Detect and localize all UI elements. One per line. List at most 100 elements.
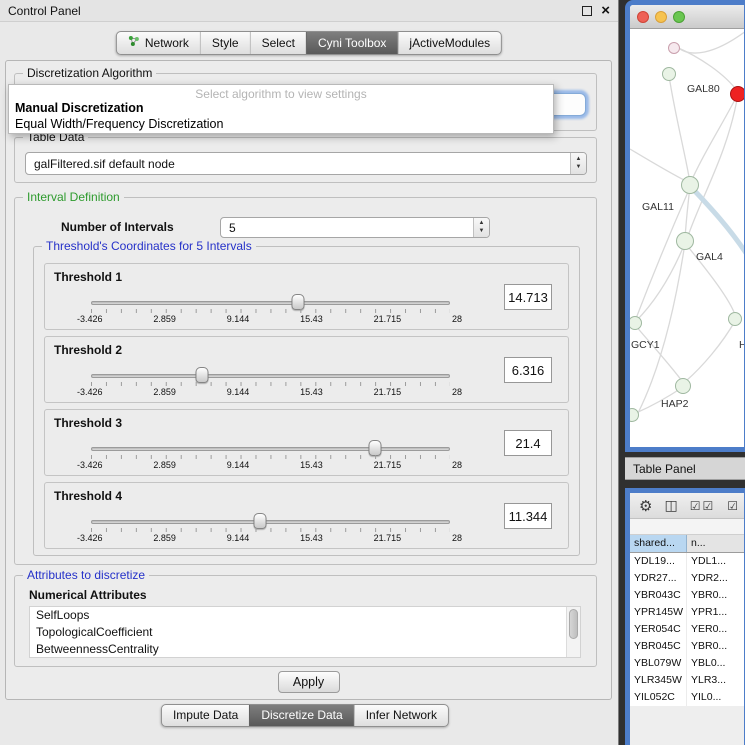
control-panel-window: Control Panel × Network bbox=[0, 0, 619, 745]
list-item[interactable]: BetweennessCentrality bbox=[30, 641, 580, 658]
tab-cyni-toolbox[interactable]: Cyni Toolbox bbox=[306, 32, 397, 54]
table-row[interactable]: YBL079WYBL0... bbox=[630, 655, 744, 672]
tab-style[interactable]: Style bbox=[200, 32, 250, 54]
table-cell: YER0... bbox=[687, 621, 731, 638]
tab-select[interactable]: Select bbox=[250, 32, 306, 54]
combobox-value: 5 bbox=[221, 221, 473, 235]
close-window-button[interactable]: × bbox=[601, 3, 610, 18]
table-body: YDL19...YDL1...YDR27...YDR2...YBR043CYBR… bbox=[630, 553, 744, 706]
tick-label: 9.144 bbox=[227, 314, 250, 324]
mac-zoom-button[interactable] bbox=[673, 11, 685, 23]
slider-thumb[interactable] bbox=[292, 294, 305, 310]
tick-label: 9.144 bbox=[227, 460, 250, 470]
slider-track[interactable] bbox=[91, 374, 450, 378]
column-header-shared-name[interactable]: shared... bbox=[630, 535, 687, 552]
dropdown-option[interactable]: Manual Discretization bbox=[9, 100, 553, 116]
slider-ticks bbox=[91, 309, 450, 313]
attributes-group: Attributes to discretize Numerical Attri… bbox=[14, 575, 597, 667]
tab-network[interactable]: Network bbox=[117, 32, 200, 54]
threshold-box: Threshold 2 -3.4262.8599.14415.4321.7152… bbox=[44, 336, 569, 403]
slider-track[interactable] bbox=[91, 301, 450, 305]
window-controls: × bbox=[582, 3, 610, 18]
tick-label: 28 bbox=[452, 314, 462, 324]
threshold-slider[interactable]: -3.4262.8599.14415.4321.71528 bbox=[91, 294, 450, 326]
table-panel-window: ⚙ ◫ ☑☑ ☑ shared... n... YDL19...YDL1...Y… bbox=[625, 488, 745, 745]
tab-impute-data[interactable]: Impute Data bbox=[162, 705, 249, 726]
tick-label: 15.43 bbox=[300, 460, 323, 470]
dropdown-option[interactable]: Equal Width/Frequency Discretization bbox=[9, 116, 553, 132]
network-node[interactable] bbox=[676, 232, 694, 250]
interval-definition-group: Interval Definition Number of Intervals … bbox=[14, 197, 597, 565]
table-row[interactable]: YPR145WYPR1... bbox=[630, 604, 744, 621]
table-panel-title: Table Panel bbox=[633, 462, 696, 476]
slider-track[interactable] bbox=[91, 520, 450, 524]
tick-label: -3.426 bbox=[77, 460, 103, 470]
threshold-label: Threshold 2 bbox=[54, 343, 122, 357]
network-node[interactable] bbox=[675, 378, 691, 394]
tick-label: 21.715 bbox=[374, 387, 402, 397]
float-window-button[interactable] bbox=[582, 6, 592, 16]
slider-tick-labels: -3.4262.8599.14415.4321.71528 bbox=[77, 387, 462, 397]
table-data-combobox[interactable]: galFiltered.sif default node ▲ ▼ bbox=[25, 152, 587, 175]
threshold-value-field[interactable]: 14.713 bbox=[504, 284, 552, 310]
table-row[interactable]: YER054CYER0... bbox=[630, 621, 744, 638]
column-header-name[interactable]: n... bbox=[687, 535, 744, 552]
table-header-row: shared... n... bbox=[630, 535, 744, 553]
slider-thumb[interactable] bbox=[196, 367, 209, 383]
numerical-attributes-list[interactable]: SelfLoopsTopologicalCoefficientBetweenne… bbox=[29, 606, 581, 658]
network-node[interactable] bbox=[728, 312, 742, 326]
cyni-mode-tabs: Impute Data Discretize Data Infer Networ… bbox=[161, 704, 449, 727]
columns-icon[interactable]: ◫ bbox=[664, 497, 677, 514]
tab-jactivemodules[interactable]: jActiveModules bbox=[397, 32, 501, 54]
stepper-arrows-icon[interactable]: ▲ ▼ bbox=[473, 218, 489, 237]
table-cell: YPR1... bbox=[687, 604, 731, 621]
list-item[interactable]: SelfLoops bbox=[30, 607, 580, 624]
slider-thumb[interactable] bbox=[368, 440, 381, 456]
list-item[interactable]: TopologicalCoefficient bbox=[30, 624, 580, 641]
mac-minimize-button[interactable] bbox=[655, 11, 667, 23]
table-row[interactable]: YBR045CYBR0... bbox=[630, 638, 744, 655]
stepper-arrows-icon[interactable]: ▲ ▼ bbox=[570, 153, 586, 174]
scrollbar-thumb[interactable] bbox=[569, 609, 578, 639]
table-cell: YDR2... bbox=[687, 570, 732, 587]
checkbox-icon[interactable]: ☑ bbox=[727, 499, 740, 513]
apply-button[interactable]: Apply bbox=[278, 671, 340, 693]
tab-infer-network[interactable]: Infer Network bbox=[354, 705, 448, 726]
table-row[interactable]: YDR27...YDR2... bbox=[630, 570, 744, 587]
network-node[interactable] bbox=[681, 176, 699, 194]
threshold-value-field[interactable]: 21.4 bbox=[504, 430, 552, 456]
network-canvas[interactable]: GAL80GAL11GAL4GCY1HAP2H bbox=[630, 29, 744, 423]
table-cell: YBR0... bbox=[687, 587, 731, 604]
network-node[interactable] bbox=[730, 86, 744, 102]
threshold-slider[interactable]: -3.4262.8599.14415.4321.71528 bbox=[91, 440, 450, 472]
tab-discretize-data[interactable]: Discretize Data bbox=[249, 705, 353, 726]
number-of-intervals-combobox[interactable]: 5 ▲ ▼ bbox=[220, 217, 490, 238]
threshold-value-field[interactable]: 11.344 bbox=[504, 503, 552, 529]
table-toolbar-gap bbox=[630, 519, 744, 535]
network-node[interactable] bbox=[662, 67, 676, 81]
slider-track[interactable] bbox=[91, 447, 450, 451]
checkbox-icon: ☑ bbox=[702, 499, 715, 513]
slider-thumb[interactable] bbox=[253, 513, 266, 529]
gear-icon[interactable]: ⚙ bbox=[639, 497, 652, 515]
network-node[interactable] bbox=[668, 42, 680, 54]
threshold-value-field[interactable]: 6.316 bbox=[504, 357, 552, 383]
table-row[interactable]: YBR043CYBR0... bbox=[630, 587, 744, 604]
stepper-down-icon: ▼ bbox=[479, 228, 485, 235]
select-attributes-checkbox-icon[interactable]: ☑☑ bbox=[690, 499, 716, 513]
tab-label: jActiveModules bbox=[409, 36, 490, 50]
tick-label: 28 bbox=[452, 533, 462, 543]
table-row[interactable]: YDL19...YDL1... bbox=[630, 553, 744, 570]
tick-label: 2.859 bbox=[153, 387, 176, 397]
threshold-label: Threshold 4 bbox=[54, 489, 122, 503]
threshold-slider[interactable]: -3.4262.8599.14415.4321.71528 bbox=[91, 513, 450, 545]
group-title: Discretization Algorithm bbox=[23, 66, 156, 80]
threshold-slider[interactable]: -3.4262.8599.14415.4321.71528 bbox=[91, 367, 450, 399]
tab-label: Impute Data bbox=[173, 708, 238, 722]
table-row[interactable]: YLR345WYLR3... bbox=[630, 672, 744, 689]
tab-label: Cyni Toolbox bbox=[318, 36, 386, 50]
scrollbar[interactable] bbox=[566, 607, 580, 657]
table-cell: YDR27... bbox=[630, 570, 687, 587]
mac-close-button[interactable] bbox=[637, 11, 649, 23]
table-row[interactable]: YIL052CYIL0... bbox=[630, 689, 744, 706]
